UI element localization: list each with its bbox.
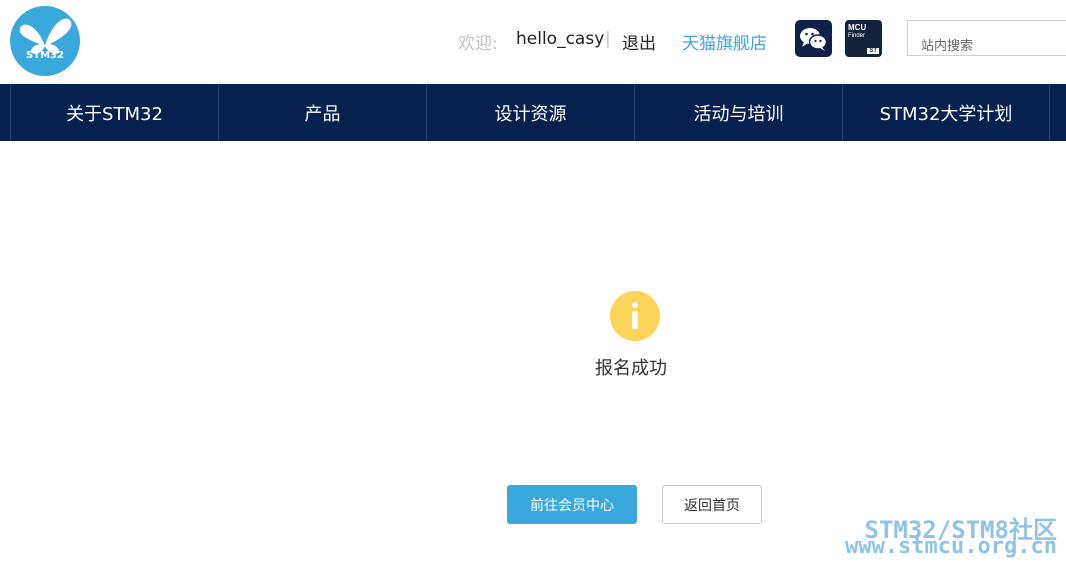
search-input[interactable] [907, 20, 1066, 56]
wechat-icon[interactable] [795, 20, 832, 57]
member-center-button[interactable]: 前往会员中心 [507, 485, 637, 524]
mcu-finder-line2: Finder [848, 33, 866, 39]
mcu-finder-icon[interactable]: MCU Finder ST [845, 20, 882, 57]
wechat-bubbles-icon [800, 28, 828, 51]
mcu-finder-line1: MCU [848, 23, 867, 32]
header-separator: | [605, 29, 611, 49]
nav-item-events-training[interactable]: 活动与培训 [634, 84, 842, 141]
nav-item-university-program[interactable]: STM32大学计划 [842, 84, 1050, 141]
site-header: STM32 欢迎: hello_casy | 退出 天猫旗舰店 MCU Find… [0, 0, 1066, 84]
nav-item-design-resources[interactable]: 设计资源 [426, 84, 634, 141]
butterfly-icon [19, 18, 72, 54]
info-icon-bar [632, 311, 638, 329]
watermark-url: www.stmcu.org.cn [845, 534, 1057, 559]
info-icon [610, 291, 660, 341]
logout-link[interactable]: 退出 [622, 29, 656, 54]
info-icon-dot [632, 302, 638, 308]
tmall-store-link[interactable]: 天猫旗舰店 [682, 29, 767, 54]
welcome-label: 欢迎: [458, 34, 498, 54]
username[interactable]: hello_casy [516, 29, 604, 49]
logo-text: STM32 [26, 50, 64, 61]
back-home-button[interactable]: 返回首页 [662, 485, 762, 524]
nav-item-about-stm32[interactable]: 关于STM32 [10, 84, 218, 141]
nav-item-products[interactable]: 产品 [218, 84, 426, 141]
success-message: 报名成功 [595, 358, 667, 379]
st-brand-mark: ST [867, 48, 879, 54]
main-nav: 关于STM32 产品 设计资源 活动与培训 STM32大学计划 [0, 84, 1066, 141]
stm32-logo[interactable]: STM32 [10, 6, 80, 76]
